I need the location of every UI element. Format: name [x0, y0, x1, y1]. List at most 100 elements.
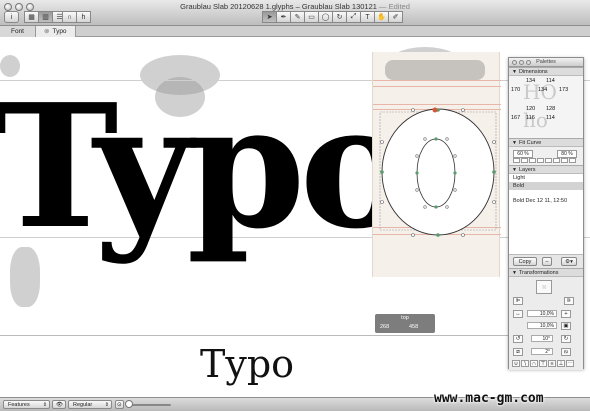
fit-curve-preset-button[interactable] [561, 158, 568, 163]
remove-layer-button[interactable]: − [542, 257, 552, 266]
union-icon[interactable]: ∪ [512, 360, 520, 367]
mirror-icon[interactable]: ↔ [513, 310, 523, 318]
dimension-value[interactable]: 116 [526, 115, 535, 121]
hand-tool-icon[interactable]: ✋ [374, 11, 389, 23]
origin-grid-icon[interactable]: ⁙ [536, 280, 552, 294]
text-tool-icon[interactable]: T [360, 11, 375, 23]
edit-canvas[interactable]: Typo top 268 458 Typo [0, 37, 590, 397]
slant-right-icon[interactable]: ⧅ [561, 348, 571, 356]
layers-header[interactable]: ▼ Layers [509, 165, 583, 174]
scale-field[interactable]: 10,0% [527, 310, 557, 317]
measure-tool-icon[interactable]: ✐ [388, 11, 403, 23]
tab-typo-label: Typo [52, 28, 67, 35]
scale-field-vertical[interactable]: 10,0% [527, 322, 557, 329]
fit-curve-preset-button[interactable] [569, 158, 576, 163]
disclosure-triangle-icon[interactable]: ▼ [512, 69, 517, 75]
align-middle-icon[interactable]: ≡ [548, 360, 556, 367]
fit-curve-preset-button[interactable] [553, 158, 560, 163]
fit-curve-preset-button[interactable] [545, 158, 552, 163]
dimension-value[interactable]: 134 [538, 87, 547, 93]
glyph-outline[interactable] [373, 52, 501, 277]
chevron-down-icon: ⇕ [42, 402, 47, 408]
fit-curve-preset-button[interactable] [529, 158, 536, 163]
disclosure-triangle-icon[interactable]: ▼ [512, 167, 517, 173]
zoom-slider-track[interactable] [131, 404, 171, 406]
master-label: Regular [73, 402, 93, 408]
tab-font[interactable]: Font [0, 26, 36, 37]
fit-curve-preset-button[interactable] [513, 158, 520, 163]
disclosure-triangle-icon[interactable]: ▼ [512, 140, 517, 146]
rotate-cw-icon[interactable]: ↻ [561, 335, 571, 343]
dimension-value[interactable]: 170 [511, 87, 520, 93]
zoom-slider-knob[interactable] [125, 400, 133, 408]
layer-actions: Copy − ⚙▾ [509, 254, 583, 268]
minimize-palette-button[interactable] [519, 60, 524, 65]
zoom-palette-button[interactable] [526, 60, 531, 65]
layer-item-light[interactable]: Light [509, 174, 583, 182]
select-tool-icon[interactable]: ➤ [262, 11, 277, 23]
dimensions-header[interactable]: ▼ Dimensions [509, 67, 583, 76]
disclosure-triangle-icon[interactable]: ▼ [512, 270, 517, 276]
dimension-value[interactable]: 128 [546, 106, 555, 112]
rotate-ccw-icon[interactable]: ↺ [513, 335, 523, 343]
dimension-value[interactable]: 120 [526, 106, 535, 112]
close-palette-button[interactable] [512, 60, 517, 65]
transformations-header[interactable]: ▼ Transformations [509, 268, 583, 277]
transformations-section: ⁙ ⊫ ⊪ ↔ 10,0% + 10,0% ▣ ↺ 10° ↻ ⧄ 2° ⧅ ∪… [509, 277, 583, 370]
info-button[interactable]: i [4, 11, 19, 23]
sample-text[interactable]: Typo [0, 82, 413, 252]
rectangle-tool-icon[interactable]: ▭ [304, 11, 319, 23]
scale-up-icon[interactable]: + [561, 310, 571, 318]
close-tab-icon[interactable]: ⊗ [44, 28, 49, 35]
text-direction-button[interactable]: ∩ [62, 11, 77, 23]
window-title: Graublau Slab 20120628 1.glyphs – Graubl… [0, 2, 590, 11]
distribute-icon[interactable]: ⋯ [566, 360, 574, 367]
tab-bar: Font ⊗ Typo [0, 26, 590, 37]
layer-item-backup[interactable]: Bold Dec 12 11, 12:50 [513, 198, 567, 204]
palettes-title-bar[interactable]: Palettes [509, 58, 583, 67]
ellipse-tool-icon[interactable]: ◯ [318, 11, 333, 23]
rotate-tool-icon[interactable]: ↻ [332, 11, 347, 23]
rotate-field[interactable]: 10° [531, 335, 553, 342]
dimension-value[interactable]: 173 [559, 87, 568, 93]
dimension-value[interactable]: 114 [546, 78, 555, 84]
align-right-icon[interactable]: ⊪ [564, 297, 574, 305]
subtract-icon[interactable]: ∖ [521, 360, 529, 367]
active-glyph-area[interactable] [372, 52, 501, 277]
lock-icon[interactable]: ▣ [561, 322, 571, 330]
tab-typo[interactable]: ⊗ Typo [36, 26, 76, 37]
preview-divider[interactable] [0, 335, 508, 336]
dimension-value[interactable]: 114 [546, 115, 555, 121]
zoom-icon[interactable]: ⊙ [115, 400, 124, 409]
align-left-icon[interactable]: ⊫ [513, 297, 523, 305]
dimension-value[interactable]: 134 [526, 78, 535, 84]
align-top-icon[interactable]: ⊤ [539, 360, 547, 367]
tab-font-label: Font [10, 28, 24, 35]
dimensions-title: Dimensions [518, 69, 548, 75]
fit-curve-preset-button[interactable] [537, 158, 544, 163]
glyph-mode-button[interactable]: h [76, 11, 91, 23]
intersect-icon[interactable]: ∩ [530, 360, 538, 367]
copy-layer-button[interactable]: Copy [513, 257, 537, 266]
scale-tool-icon[interactable]: ⤢ [346, 11, 361, 23]
transformations-title: Transformations [518, 270, 559, 276]
features-dropdown[interactable]: Features ⇕ [3, 400, 50, 409]
align-bottom-icon[interactable]: ⊥ [557, 360, 565, 367]
master-dropdown[interactable]: Regular ⇕ [68, 400, 112, 409]
edited-label: — Edited [379, 2, 410, 11]
draw-tool-icon[interactable]: ✒ [276, 11, 291, 23]
layer-options-gear-icon[interactable]: ⚙▾ [561, 257, 577, 266]
dimension-value[interactable]: 167 [511, 115, 520, 121]
slant-left-icon[interactable]: ⧄ [513, 348, 523, 356]
fit-curve-preset-button[interactable] [521, 158, 528, 163]
pencil-tool-icon[interactable]: ✎ [290, 11, 305, 23]
anchor-name: top [401, 315, 409, 321]
layer-item-bold[interactable]: Bold [509, 182, 583, 190]
preview-eye-icon[interactable]: 👁 [52, 400, 66, 409]
fit-curve-header[interactable]: ▼ Fit Curve [509, 138, 583, 147]
font-view-button[interactable]: ▦ [24, 11, 39, 23]
fit-curve-max-field[interactable]: 80 % [557, 150, 577, 158]
slant-field[interactable]: 2° [531, 348, 553, 355]
edit-view-button[interactable]: ▥ [38, 11, 53, 23]
fit-curve-min-field[interactable]: 60 % [513, 150, 533, 158]
